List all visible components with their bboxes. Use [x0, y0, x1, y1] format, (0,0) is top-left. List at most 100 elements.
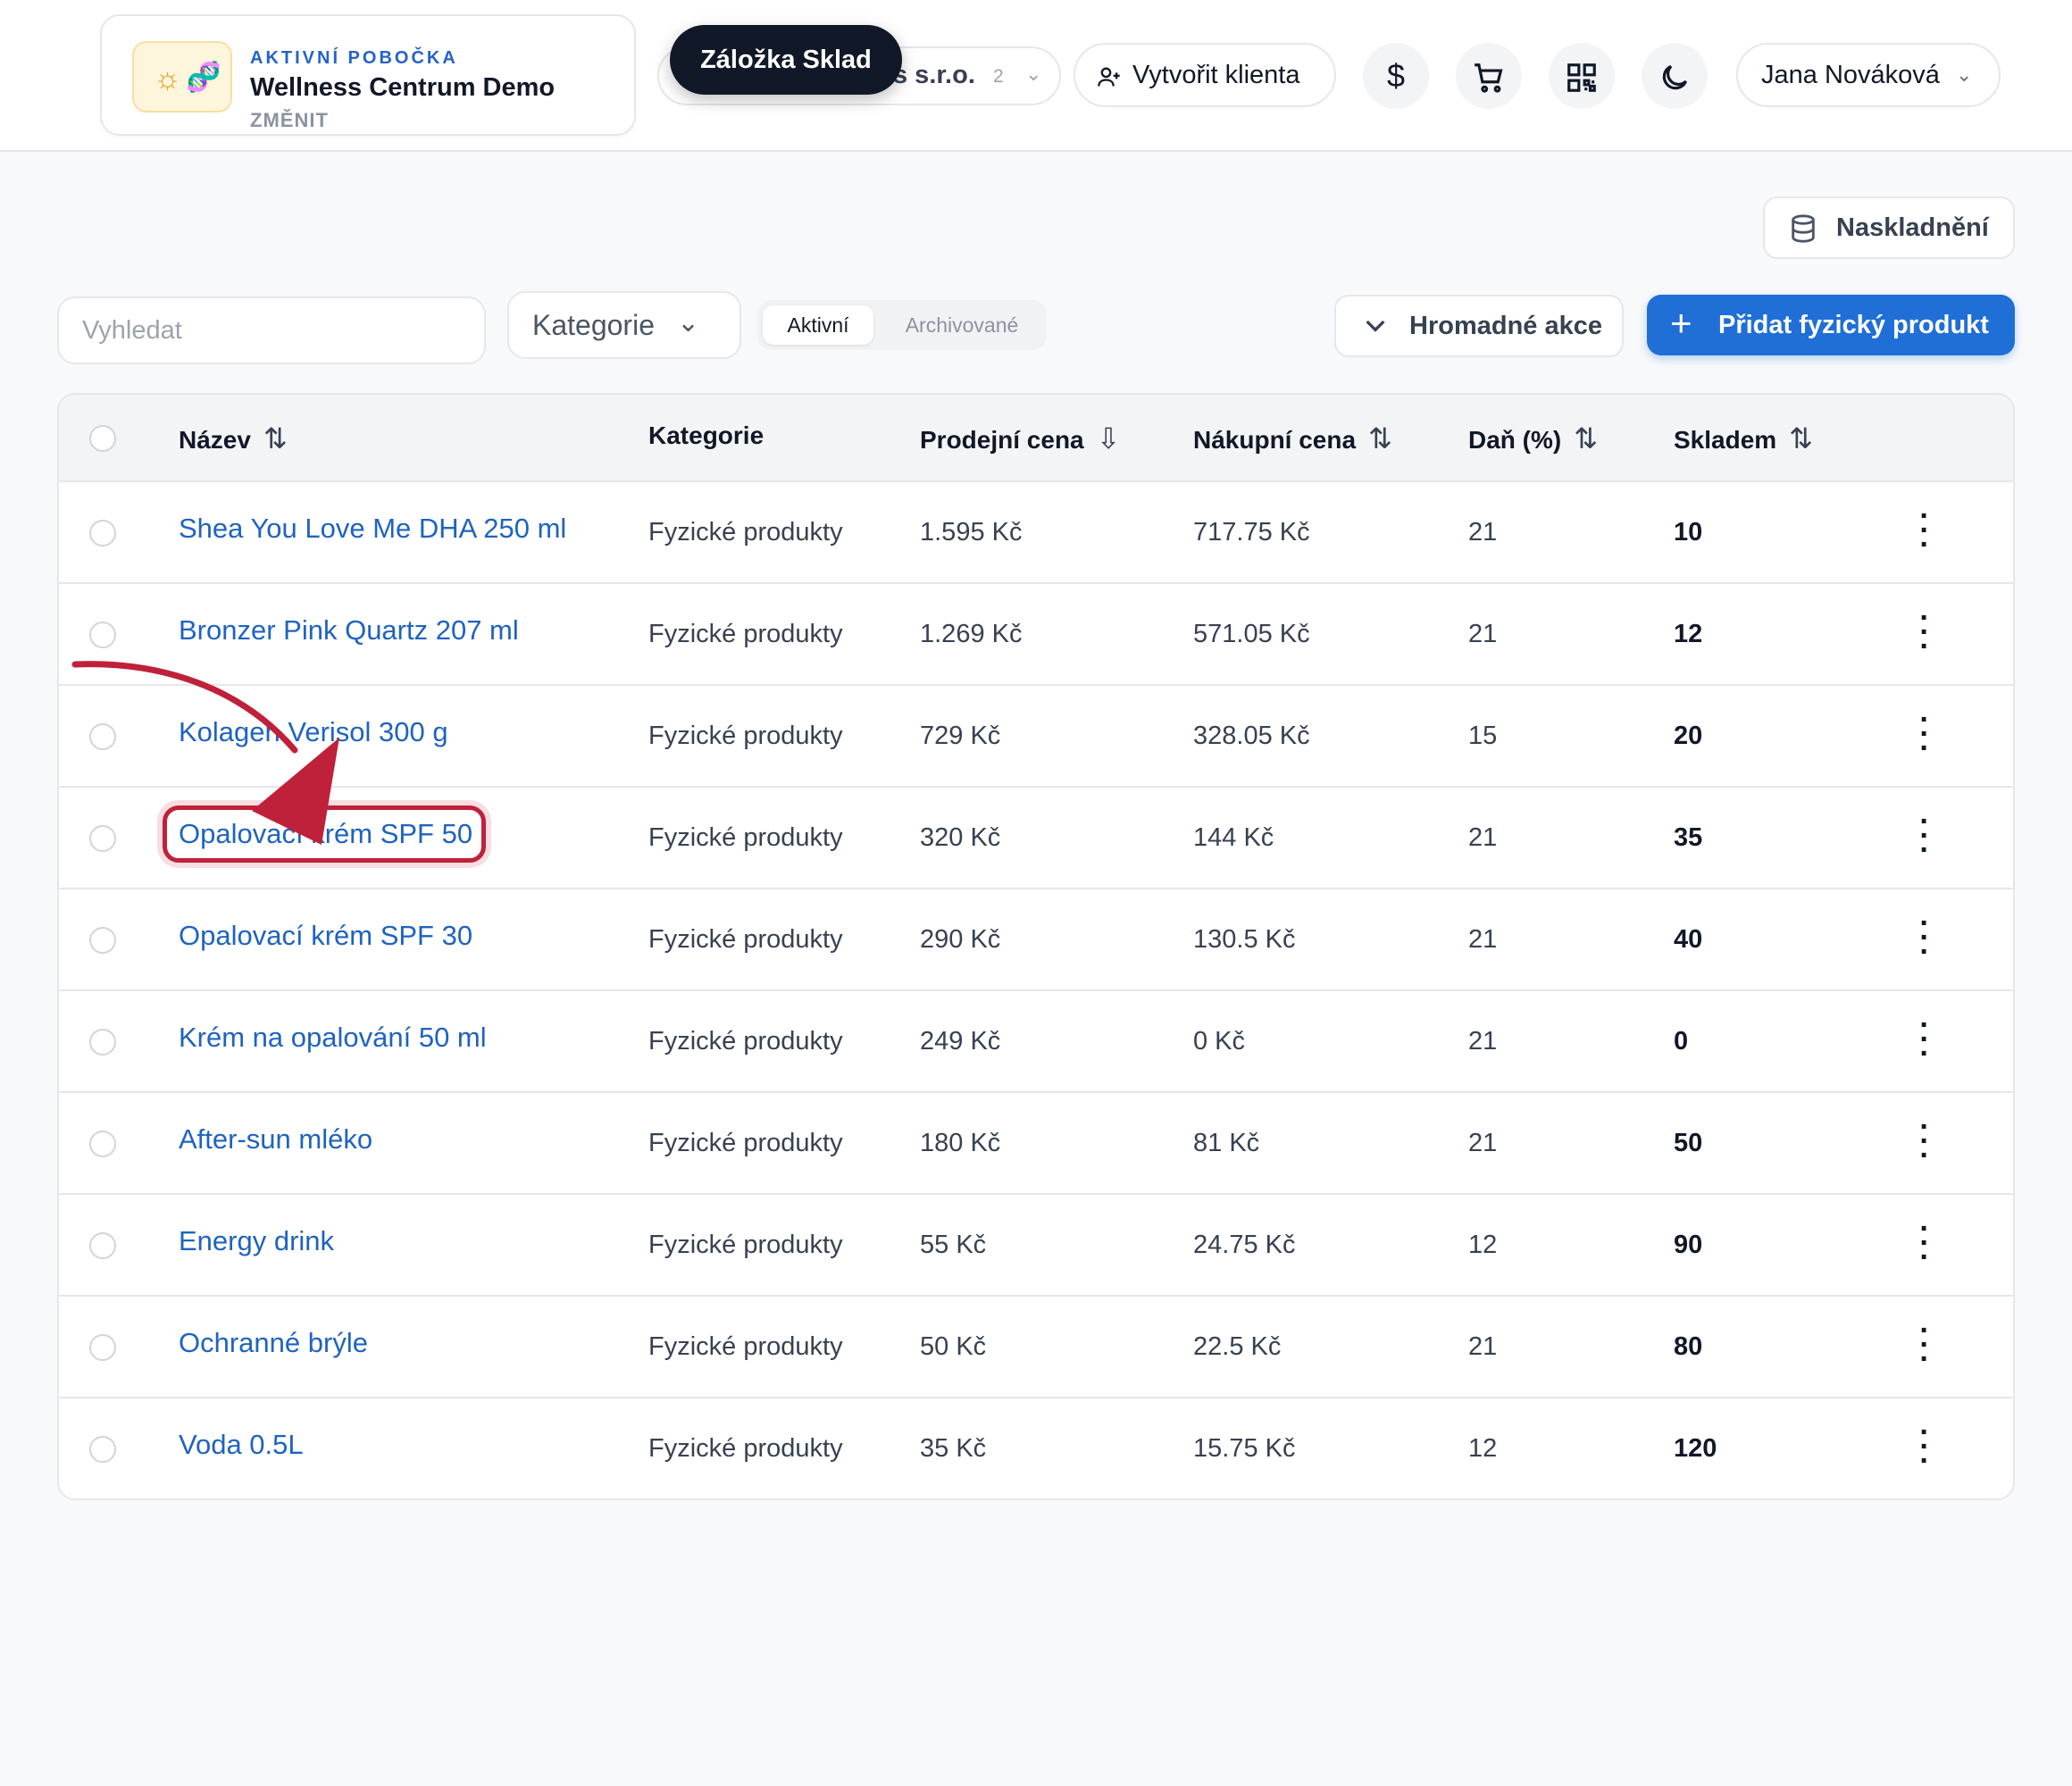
products-table: Název ⇅ Kategorie Prodejní cena ⇩ Nákupní …	[57, 393, 2015, 1500]
chevron-down-icon	[1361, 295, 1390, 354]
sort-icon: ⇅	[1368, 422, 1392, 455]
row-checkbox[interactable]	[89, 622, 116, 648]
product-tax: 15	[1468, 722, 1498, 750]
bulk-actions-button[interactable]: Hromadné akce	[1334, 295, 1624, 357]
dollar-button[interactable]: $	[1363, 43, 1429, 109]
column-buy-price[interactable]: Nákupní cena ⇅	[1193, 421, 1392, 455]
product-category: Fyzické produkty	[648, 722, 843, 750]
product-name-link[interactable]: Kolagen Verisol 300 g	[179, 716, 448, 748]
row-checkbox[interactable]	[89, 1232, 116, 1259]
product-stock: 40	[1674, 925, 1703, 954]
product-name-link[interactable]: Ochranné brýle	[179, 1327, 368, 1359]
user-name: Jana Nováková	[1761, 61, 1940, 89]
sort-icon: ⇅	[1574, 422, 1599, 455]
product-stock: 12	[1674, 620, 1703, 648]
select-all-checkbox[interactable]	[89, 425, 116, 452]
column-stock[interactable]: Skladem ⇅	[1674, 421, 1813, 455]
product-name-link[interactable]: Energy drink	[179, 1225, 334, 1257]
table-row: After-sun mléko Fyzické produkty 180 Kč 81 …	[59, 1093, 2013, 1195]
dna-icon: 🧬	[186, 61, 221, 93]
product-tax: 21	[1468, 1129, 1498, 1157]
product-stock: 20	[1674, 722, 1703, 750]
product-sell-price: 290 Kč	[920, 925, 1001, 954]
row-menu-icon[interactable]: · · ·	[1911, 908, 1938, 967]
column-name[interactable]: Název ⇅	[179, 421, 288, 455]
create-client-button[interactable]: Vytvořit klienta	[1074, 43, 1336, 107]
row-checkbox[interactable]	[89, 520, 116, 547]
row-menu-icon[interactable]: · · ·	[1911, 603, 1938, 662]
product-buy-price: 24.75 Kč	[1193, 1231, 1296, 1259]
product-buy-price: 81 Kč	[1193, 1129, 1260, 1157]
moon-icon	[1658, 57, 1692, 94]
row-menu-icon[interactable]: · · ·	[1911, 806, 1938, 865]
product-sell-price: 320 Kč	[920, 823, 1001, 852]
row-checkbox[interactable]	[89, 723, 116, 750]
product-sell-price: 729 Kč	[920, 722, 1001, 750]
branch-logo: ☼ 🧬	[132, 41, 232, 113]
plus-icon: +	[1670, 302, 1692, 344]
user-menu[interactable]: Jana Nováková ⌄	[1736, 43, 2001, 107]
table-row: Ochranné brýle Fyzické produkty 50 Kč 22.5 …	[59, 1297, 2013, 1398]
product-name-link[interactable]: Bronzer Pink Quartz 207 ml	[179, 614, 519, 647]
status-segmented-control: Aktivní Archivované	[757, 300, 1047, 350]
stock-in-label: Naskladnění	[1836, 213, 1989, 242]
tab-active[interactable]: Aktivní	[763, 305, 873, 345]
theme-toggle-button[interactable]	[1642, 43, 1708, 109]
product-name-link[interactable]: Krém na opalování 50 ml	[179, 1022, 487, 1054]
product-stock: 50	[1674, 1129, 1703, 1157]
product-stock: 90	[1674, 1231, 1703, 1259]
table-row: Voda 0.5L Fyzické produkty 35 Kč 15.75 Kč 12…	[59, 1398, 2013, 1498]
active-branch-card[interactable]: ☼ 🧬 AKTIVNÍ POBOČKA Wellness Centrum Dem…	[100, 14, 636, 136]
product-name-link[interactable]: Shea You Love Me DHA 250 ml	[179, 513, 566, 545]
add-physical-product-button[interactable]: + Přidat fyzický produkt	[1647, 295, 2015, 355]
column-sell-price[interactable]: Prodejní cena ⇩	[920, 421, 1120, 455]
top-header: ☼ 🧬 AKTIVNÍ POBOČKA Wellness Centrum Dem…	[0, 0, 2072, 152]
product-category: Fyzické produkty	[648, 925, 843, 954]
cart-button[interactable]	[1456, 43, 1522, 109]
product-buy-price: 571.05 Kč	[1193, 620, 1310, 648]
row-checkbox[interactable]	[89, 1131, 116, 1157]
row-checkbox[interactable]	[89, 1436, 116, 1463]
company-count: 2	[993, 66, 1004, 87]
product-sell-price: 1.595 Kč	[920, 518, 1023, 547]
table-header: Název ⇅ Kategorie Prodejní cena ⇩ Nákupní …	[59, 395, 2013, 482]
product-name-link[interactable]: After-sun mléko	[179, 1123, 372, 1156]
row-menu-icon[interactable]: · · ·	[1911, 705, 1938, 764]
category-filter[interactable]: Kategorie ⌄	[507, 291, 741, 359]
user-plus-icon	[1097, 45, 1122, 105]
product-buy-price: 0 Kč	[1193, 1027, 1246, 1056]
column-category: Kategorie	[648, 421, 764, 449]
row-menu-icon[interactable]: · · ·	[1911, 1315, 1938, 1374]
row-checkbox[interactable]	[89, 1334, 116, 1361]
row-checkbox[interactable]	[89, 825, 116, 852]
qr-code-button[interactable]	[1549, 43, 1615, 109]
row-menu-icon[interactable]: · · ·	[1911, 1214, 1938, 1273]
row-menu-icon[interactable]: · · ·	[1911, 1112, 1938, 1171]
product-category: Fyzické produkty	[648, 1332, 843, 1361]
branch-eyebrow: AKTIVNÍ POBOČKA	[250, 48, 458, 68]
add-product-label: Přidat fyzický produkt	[1718, 311, 1989, 339]
product-stock: 10	[1674, 518, 1703, 547]
highlight-box	[163, 805, 486, 863]
bulk-actions-label: Hromadné akce	[1409, 312, 1602, 340]
product-stock: 0	[1674, 1027, 1689, 1056]
row-menu-icon[interactable]: · · ·	[1911, 501, 1938, 560]
sort-desc-icon: ⇩	[1096, 422, 1121, 455]
product-buy-price: 130.5 Kč	[1193, 925, 1296, 954]
table-row: Shea You Love Me DHA 250 ml Fyzické produ…	[59, 482, 2013, 584]
branch-change-link[interactable]: ZMĚNIT	[250, 109, 329, 132]
column-tax[interactable]: Daň (%) ⇅	[1468, 421, 1598, 455]
sort-icon: ⇅	[263, 422, 288, 455]
product-name-link[interactable]: Opalovací krém SPF 30	[179, 920, 472, 952]
tab-archived[interactable]: Archivované	[886, 305, 1038, 345]
product-category: Fyzické produkty	[648, 1434, 843, 1463]
row-menu-icon[interactable]: · · ·	[1911, 1010, 1938, 1069]
product-name-link[interactable]: Voda 0.5L	[179, 1429, 304, 1461]
product-category: Fyzické produkty	[648, 518, 843, 547]
row-menu-icon[interactable]: · · ·	[1911, 1417, 1938, 1476]
product-sell-price: 1.269 Kč	[920, 620, 1023, 648]
stock-in-button[interactable]: Naskladnění	[1763, 196, 2015, 259]
row-checkbox[interactable]	[89, 927, 116, 954]
search-input[interactable]	[57, 296, 486, 364]
row-checkbox[interactable]	[89, 1029, 116, 1056]
